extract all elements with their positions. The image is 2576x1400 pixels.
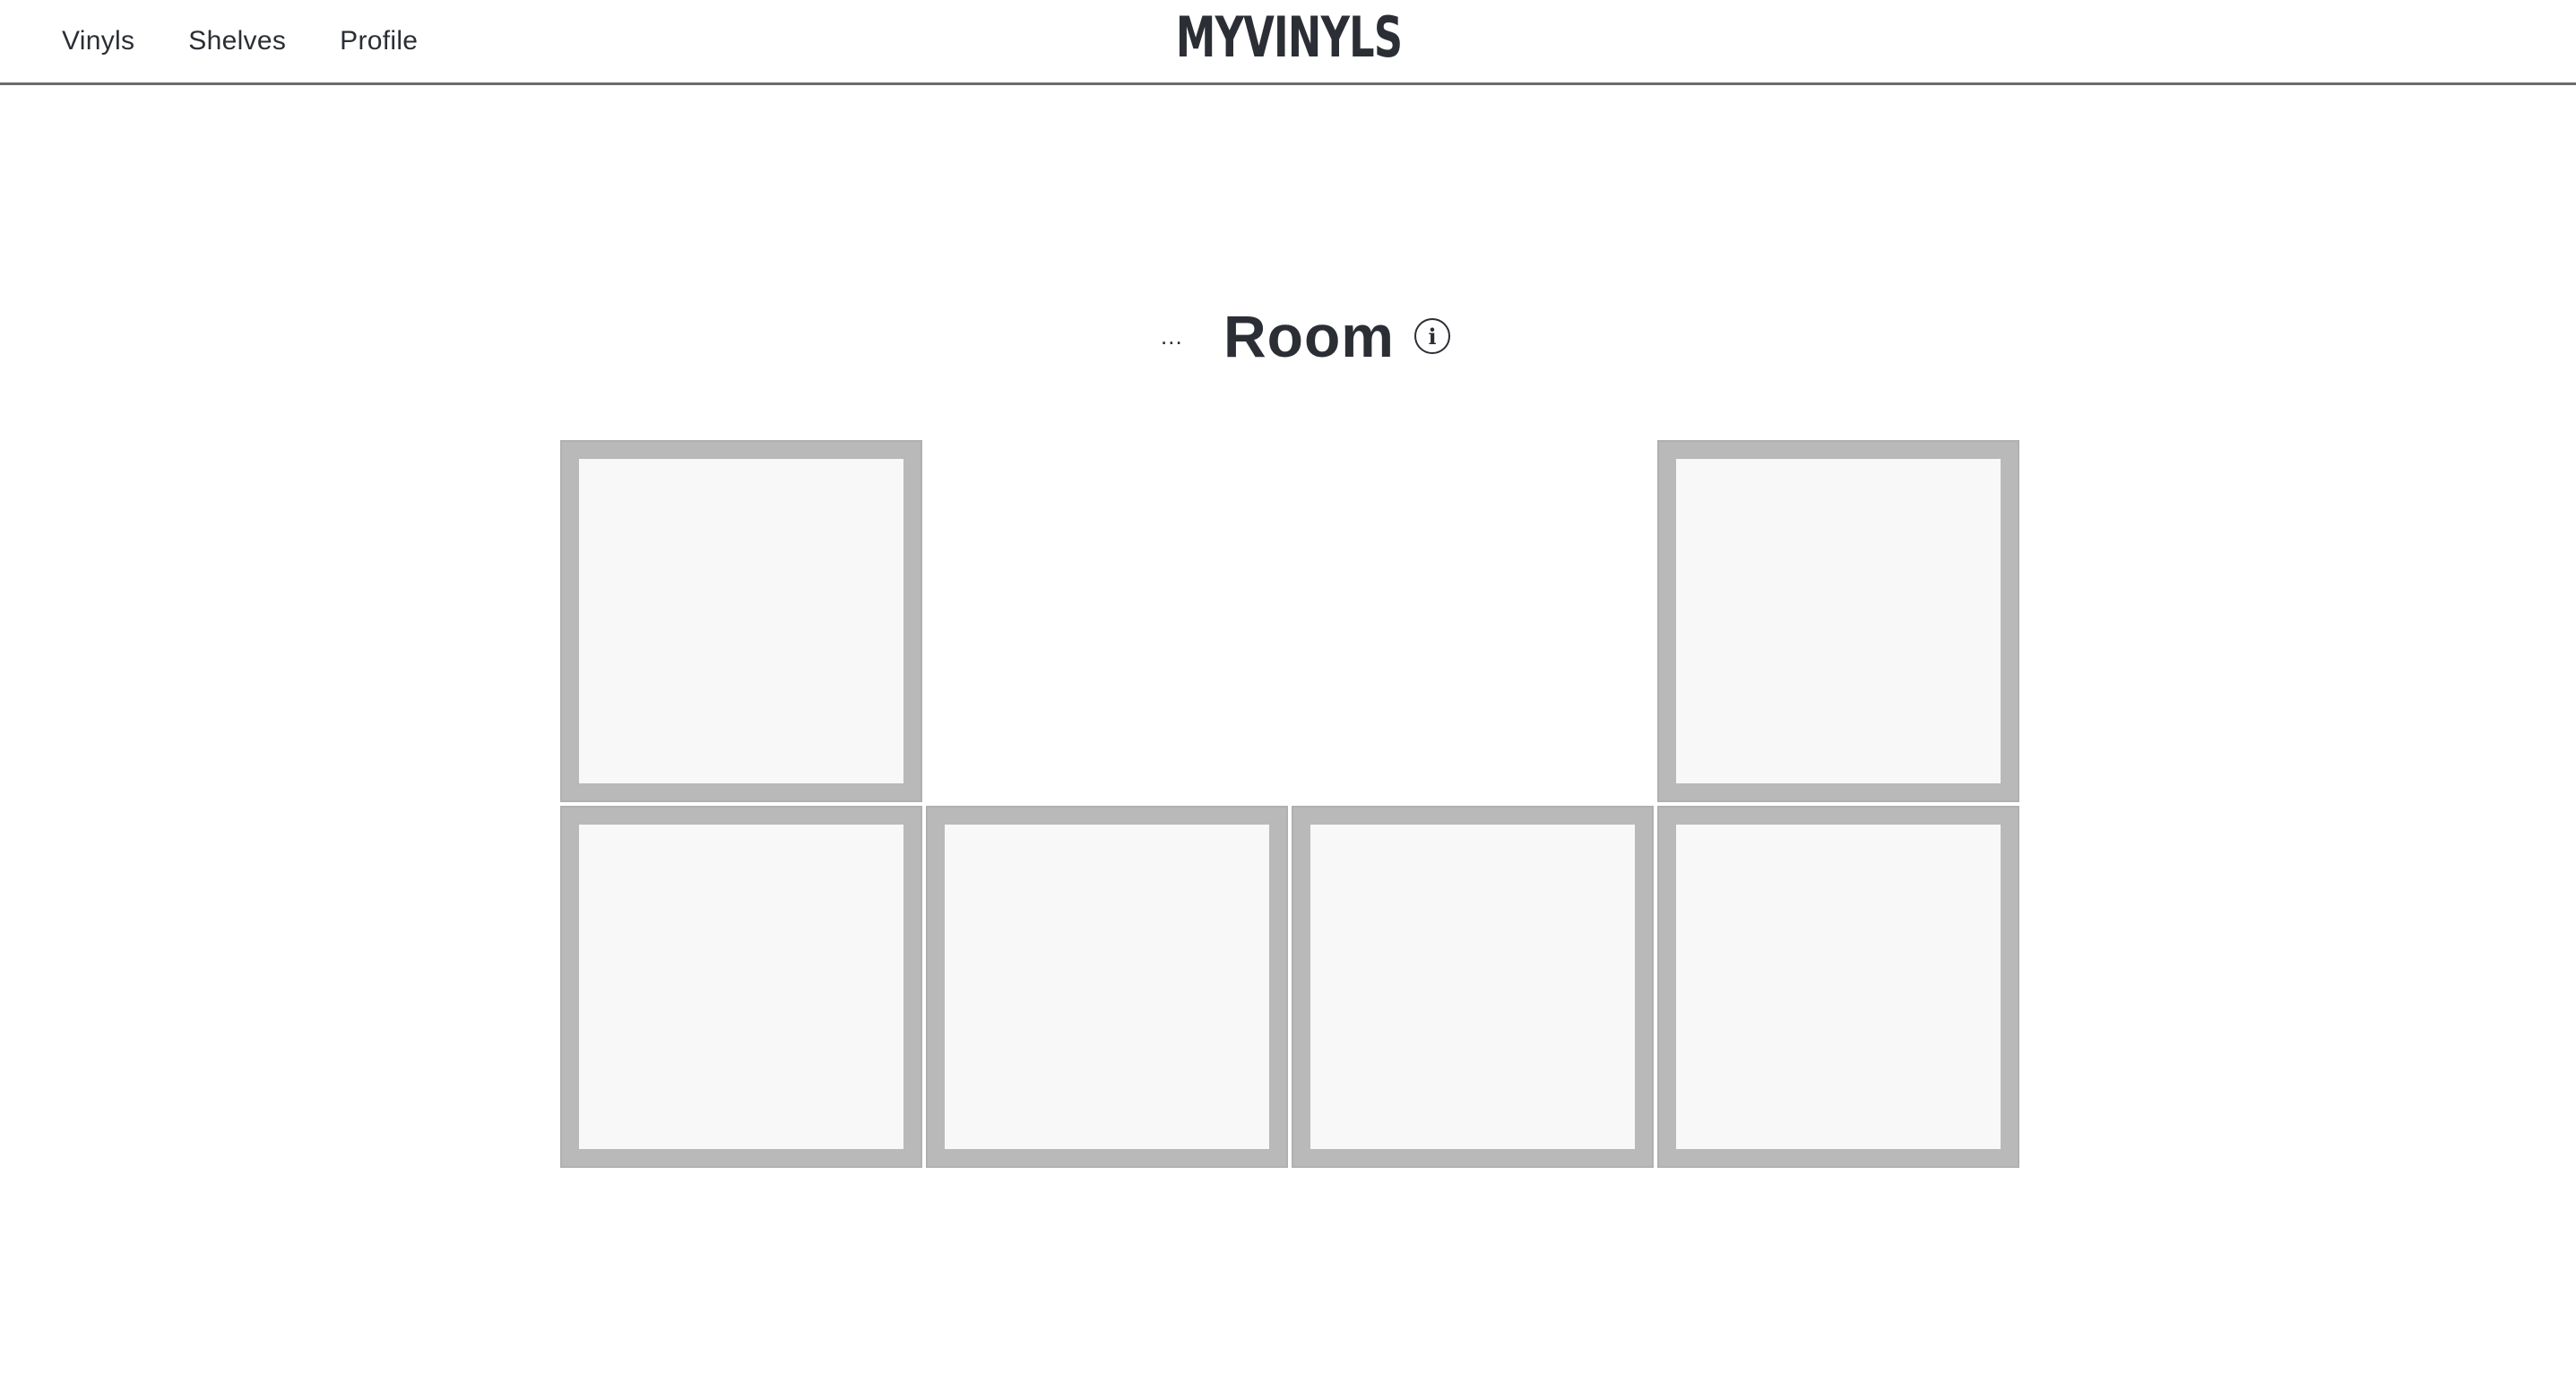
nav-link-shelves[interactable]: Shelves (188, 26, 286, 56)
shelf-cell-r1-c1[interactable] (560, 440, 922, 802)
room-header: ... Room i (0, 296, 2576, 376)
shelf-cell-r1-c4[interactable] (1657, 440, 2019, 802)
info-icon[interactable]: i (1414, 318, 1450, 354)
nav-link-vinyls[interactable]: Vinyls (62, 26, 134, 56)
shelf-cell-r2-c2[interactable] (926, 806, 1288, 1168)
more-options-button[interactable]: ... (1161, 323, 1183, 350)
page-title: Room (1223, 303, 1395, 369)
shelf-grid (560, 440, 2021, 1170)
brand-logo[interactable]: MYVINYLS (361, 2, 2216, 73)
top-navbar: Vinyls Shelves Profile MYVINYLS (0, 0, 2576, 85)
shelf-cell-r2-c1[interactable] (560, 806, 922, 1168)
shelf-cell-r2-c3[interactable] (1292, 806, 1654, 1168)
shelf-cell-r2-c4[interactable] (1657, 806, 2019, 1168)
